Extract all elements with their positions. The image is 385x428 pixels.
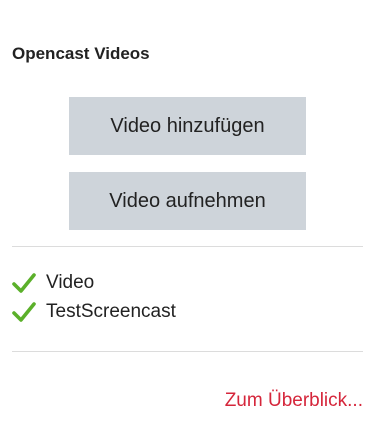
divider: [12, 351, 363, 352]
block-title: Opencast Videos: [12, 44, 150, 63]
video-title: TestScreencast: [46, 300, 176, 322]
list-item: Video: [12, 268, 176, 297]
list-item: TestScreencast: [12, 297, 176, 326]
video-list: Video TestScreencast: [12, 268, 176, 326]
video-title: Video: [46, 271, 95, 293]
overview-link[interactable]: Zum Überblick...: [225, 390, 363, 412]
check-icon: [12, 301, 36, 323]
record-video-button[interactable]: Video aufnehmen: [69, 172, 306, 230]
divider: [12, 246, 363, 247]
opencast-videos-block: Opencast Videos Video hinzufügen Video a…: [0, 0, 385, 428]
check-icon: [12, 272, 36, 294]
add-video-button[interactable]: Video hinzufügen: [69, 97, 306, 155]
